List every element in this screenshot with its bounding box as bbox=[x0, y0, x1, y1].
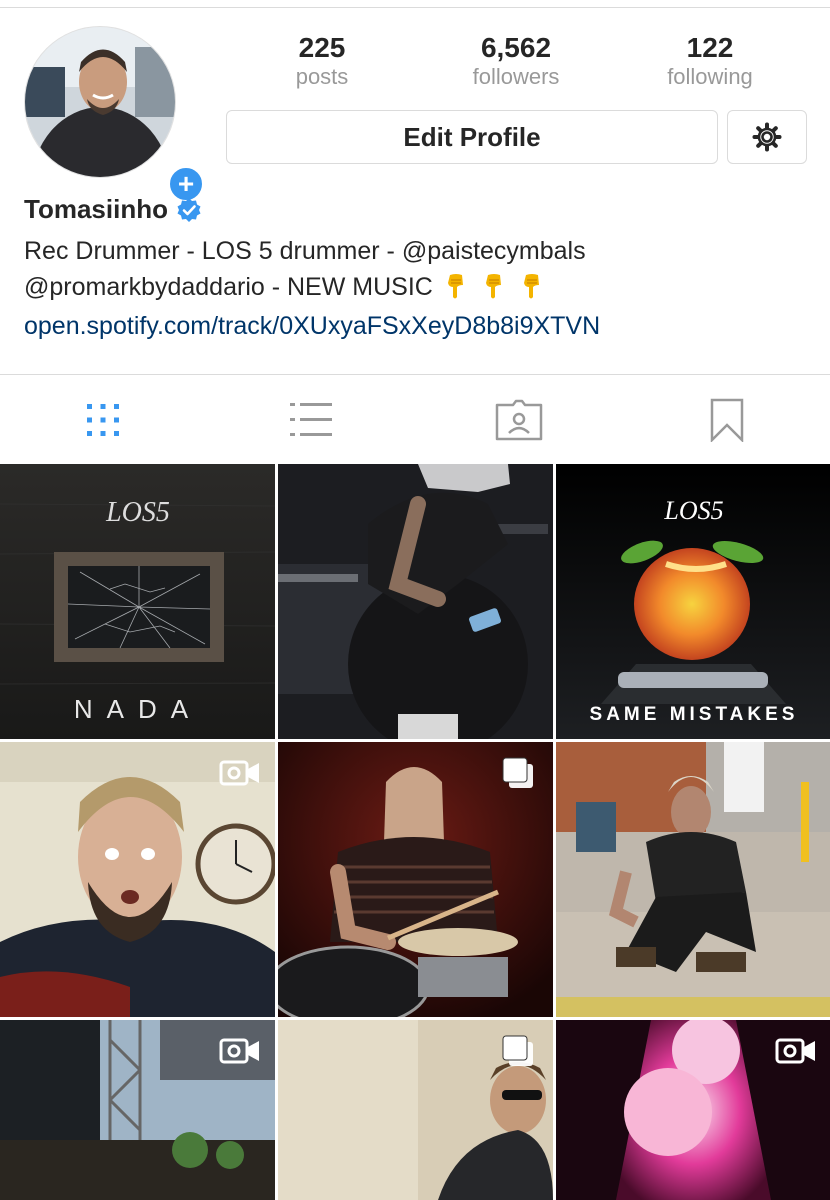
profile-avatar-container[interactable]: + bbox=[24, 26, 206, 204]
pointing-down-emoji-icon bbox=[523, 274, 539, 299]
video-camera-icon bbox=[219, 1038, 259, 1064]
tagged-icon bbox=[495, 399, 543, 441]
followers-stat[interactable]: 6,562 followers bbox=[436, 32, 596, 90]
post-logo-text: LOS5 bbox=[663, 496, 723, 525]
pointing-down-emoji-icon bbox=[447, 274, 463, 299]
following-label: following bbox=[667, 64, 753, 89]
followers-count: 6,562 bbox=[480, 32, 552, 63]
tab-grid[interactable] bbox=[78, 395, 128, 445]
posts-stat[interactable]: 225 posts bbox=[242, 32, 402, 90]
multiple-photos-icon bbox=[502, 757, 533, 788]
post-caption-nada: NADA bbox=[74, 694, 202, 724]
video-camera-icon bbox=[219, 760, 259, 786]
tab-list[interactable] bbox=[286, 395, 336, 445]
video-camera-icon bbox=[775, 1038, 815, 1064]
profile-name-row: Tomasiinho bbox=[24, 194, 202, 225]
tab-tagged[interactable] bbox=[494, 395, 544, 445]
post-logo-text: LOS5 bbox=[105, 497, 170, 528]
post-caption-same-mistakes: SAME MISTAKES bbox=[590, 704, 799, 725]
bio-line-1: Rec Drummer - LOS 5 drummer - @paistecym… bbox=[24, 237, 586, 265]
gear-icon bbox=[752, 122, 782, 152]
posts-label: posts bbox=[295, 64, 349, 89]
bio-line-2-text: @promarkbydaddario - NEW MUSIC bbox=[24, 273, 433, 301]
grid-icon bbox=[87, 404, 119, 436]
post-thumbnail[interactable] bbox=[0, 1020, 275, 1200]
posts-grid: LOS5 NADA LOS5 SAME MISTAKES bbox=[0, 464, 830, 1200]
post-thumbnail[interactable]: LOS5 SAME MISTAKES bbox=[556, 464, 830, 739]
multiple-photos-icon bbox=[502, 1035, 533, 1066]
profile-username: Tomasiinho bbox=[24, 194, 168, 224]
following-count: 122 bbox=[686, 32, 734, 63]
settings-button[interactable] bbox=[727, 110, 807, 164]
pointing-down-emoji-icon bbox=[485, 274, 501, 299]
post-thumbnail[interactable] bbox=[0, 742, 275, 1017]
following-stat[interactable]: 122 following bbox=[630, 32, 790, 90]
post-thumbnail[interactable] bbox=[556, 742, 830, 1017]
verified-badge-icon bbox=[177, 197, 201, 222]
bookmark-icon bbox=[710, 398, 744, 442]
edit-profile-button[interactable]: Edit Profile bbox=[226, 110, 718, 164]
followers-label: followers bbox=[472, 64, 560, 89]
post-thumbnail[interactable]: LOS5 NADA bbox=[0, 464, 275, 739]
profile-website-link[interactable]: open.spotify.com/track/0XUxyaFSxXeyD8b8i… bbox=[24, 308, 600, 344]
bio-line-2: @promarkbydaddario - NEW MUSIC bbox=[24, 269, 814, 305]
posts-count: 225 bbox=[298, 32, 346, 63]
post-thumbnail[interactable] bbox=[278, 1020, 553, 1200]
list-icon bbox=[290, 403, 332, 436]
tab-saved[interactable] bbox=[702, 395, 752, 445]
post-thumbnail[interactable] bbox=[278, 464, 553, 739]
top-divider bbox=[0, 0, 830, 8]
profile-bio: Rec Drummer - LOS 5 drummer - @paistecym… bbox=[24, 233, 814, 305]
post-thumbnail[interactable] bbox=[556, 1020, 830, 1200]
avatar[interactable] bbox=[24, 26, 176, 178]
post-thumbnail[interactable] bbox=[278, 742, 553, 1017]
profile-tab-bar bbox=[0, 374, 830, 464]
